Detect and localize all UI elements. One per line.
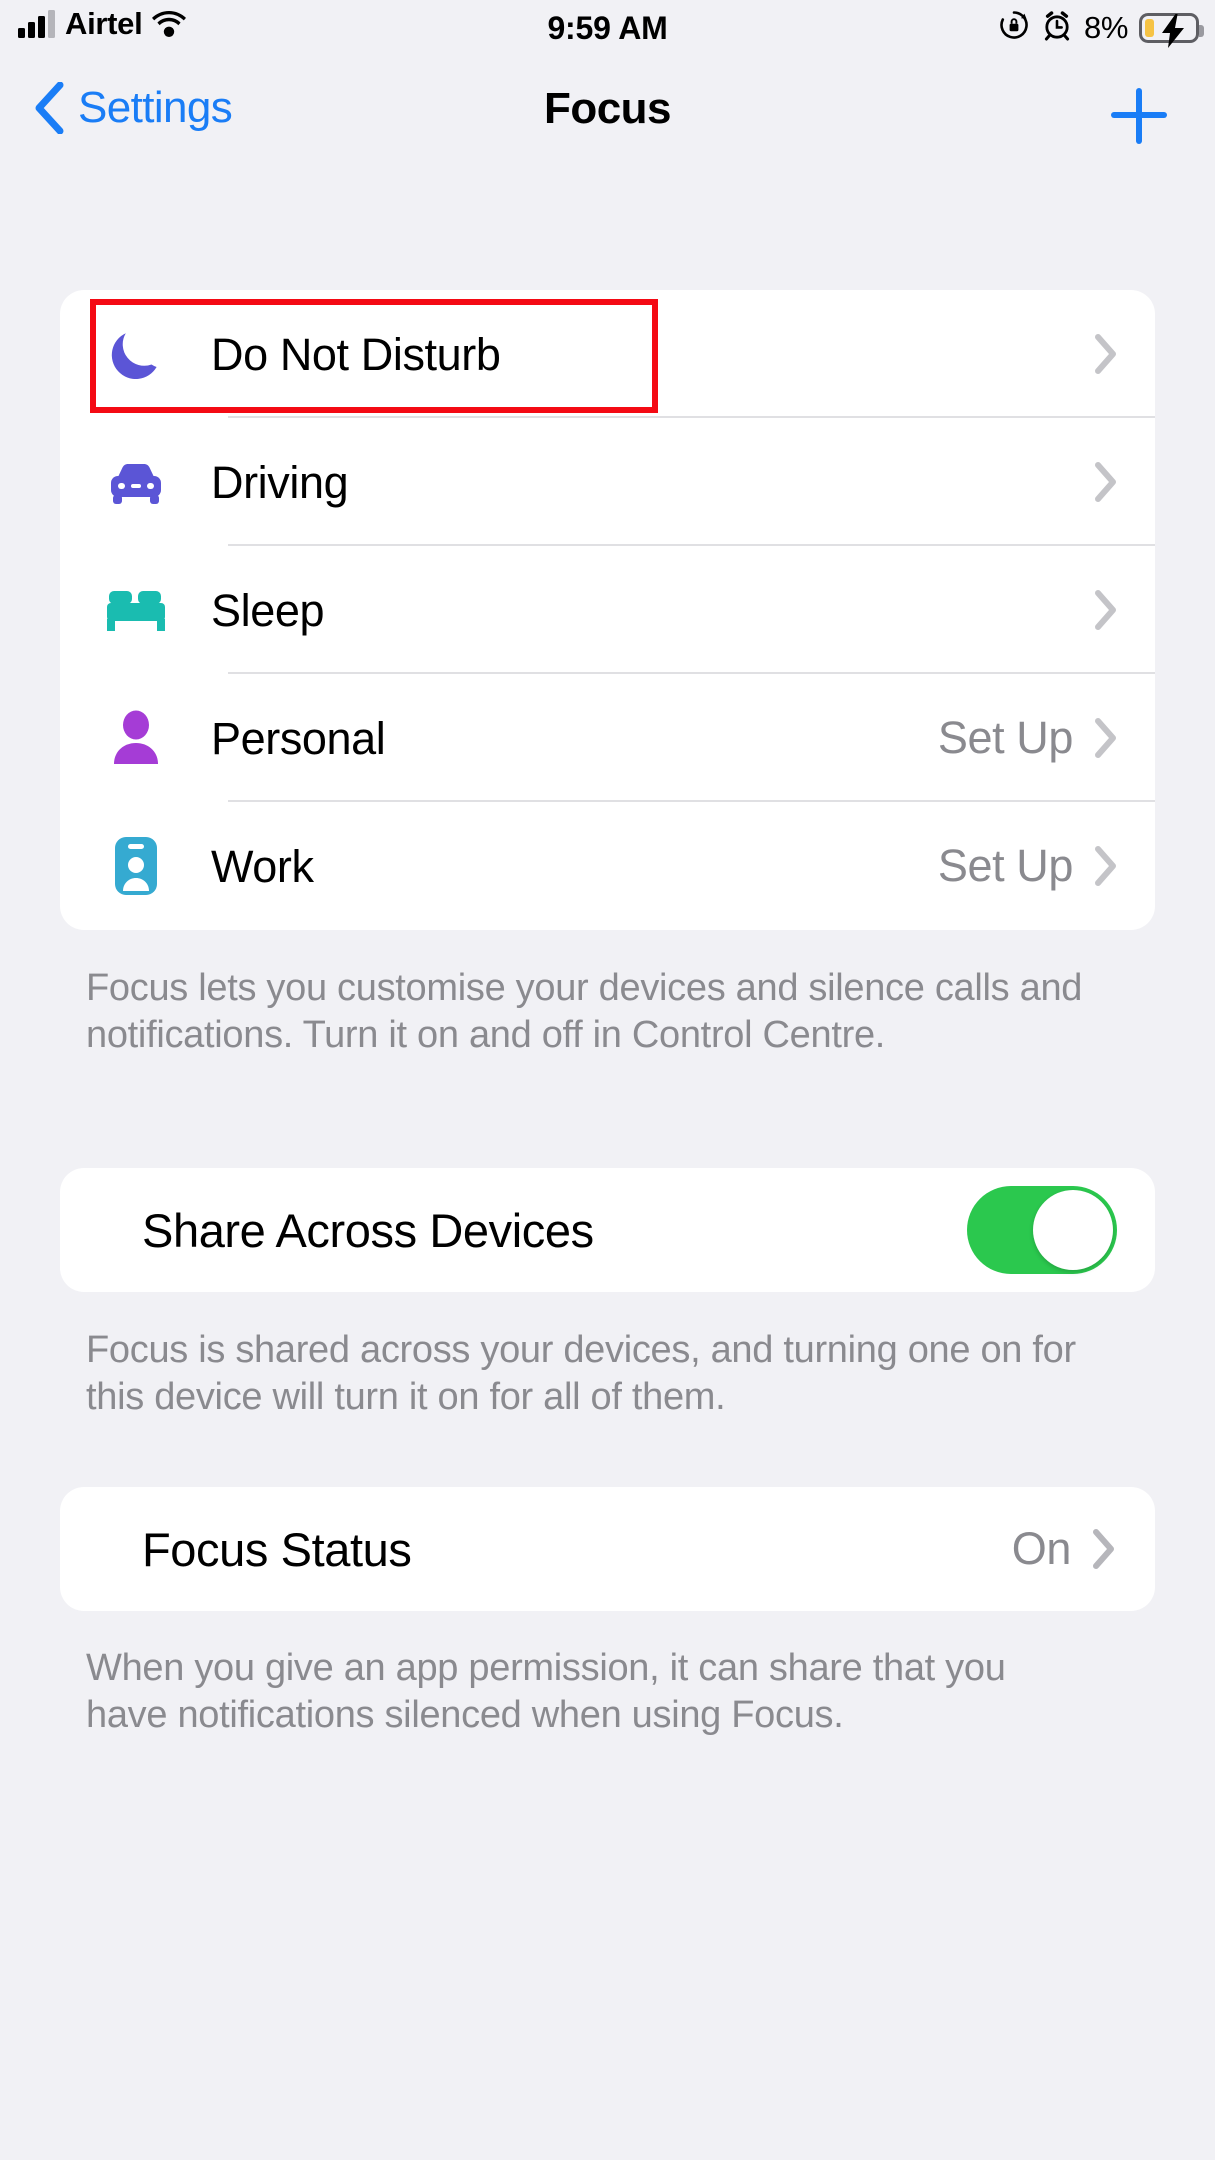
car-icon: [105, 449, 167, 515]
list-item-label: Driving: [211, 456, 349, 508]
row-focus-status[interactable]: Focus Status On: [60, 1487, 1155, 1611]
battery-percentage: 8%: [1083, 9, 1128, 45]
list-item-label: Personal: [211, 712, 386, 764]
focus-status-footer: When you give an app permission, it can …: [86, 1647, 1006, 1736]
list-item-sleep[interactable]: Sleep: [60, 546, 1155, 674]
navigation-bar: Settings Focus: [0, 62, 1215, 167]
list-item-work[interactable]: Work Set Up: [60, 802, 1155, 930]
chevron-right-icon: [1095, 846, 1117, 886]
status-bar-right: 8%: [998, 9, 1204, 48]
list-item-personal[interactable]: Personal Set Up: [60, 674, 1155, 802]
add-focus-button[interactable]: [1111, 88, 1167, 144]
chevron-right-icon: [1095, 334, 1117, 374]
status-bar: Airtel 9:59 AM 8%: [0, 0, 1215, 62]
chevron-right-icon: [1093, 1529, 1115, 1569]
list-item-label: Do Not Disturb: [211, 328, 501, 380]
chevron-right-icon: [1095, 462, 1117, 502]
toggle-knob: [1033, 1190, 1113, 1270]
share-across-devices-toggle[interactable]: [967, 1186, 1117, 1274]
list-item-value: Set Up: [937, 712, 1074, 763]
focus-status-card: Focus Status On: [60, 1487, 1155, 1611]
badge-icon: [105, 833, 167, 899]
alarm-icon: [1041, 9, 1073, 46]
share-across-devices-label: Share Across Devices: [142, 1203, 594, 1257]
rotation-lock-icon: [998, 9, 1030, 46]
list-item-do-not-disturb[interactable]: Do Not Disturb: [60, 290, 1155, 418]
share-across-devices-footer: Focus is shared across your devices, and…: [86, 1329, 1076, 1418]
chevron-right-icon: [1095, 590, 1117, 630]
page-title: Focus: [543, 84, 672, 133]
battery-charging-icon: [1139, 12, 1204, 48]
focus-status-value: On: [1011, 1523, 1072, 1574]
chevron-right-icon: [1095, 718, 1117, 758]
bed-icon: [105, 577, 167, 643]
share-across-devices-card: Share Across Devices: [60, 1168, 1155, 1292]
list-item-value: Set Up: [937, 840, 1074, 891]
list-item-driving[interactable]: Driving: [60, 418, 1155, 546]
moon-icon: [105, 321, 167, 387]
list-item-label: Work: [211, 840, 314, 892]
person-icon: [105, 705, 167, 771]
row-share-across-devices[interactable]: Share Across Devices: [60, 1168, 1155, 1292]
focus-status-label: Focus Status: [142, 1522, 412, 1576]
focus-list-card: Do Not Disturb Driving Sleep Personal Se…: [60, 290, 1155, 930]
list-item-label: Sleep: [211, 584, 325, 636]
focus-list-footer: Focus lets you customise your devices an…: [86, 967, 1083, 1056]
